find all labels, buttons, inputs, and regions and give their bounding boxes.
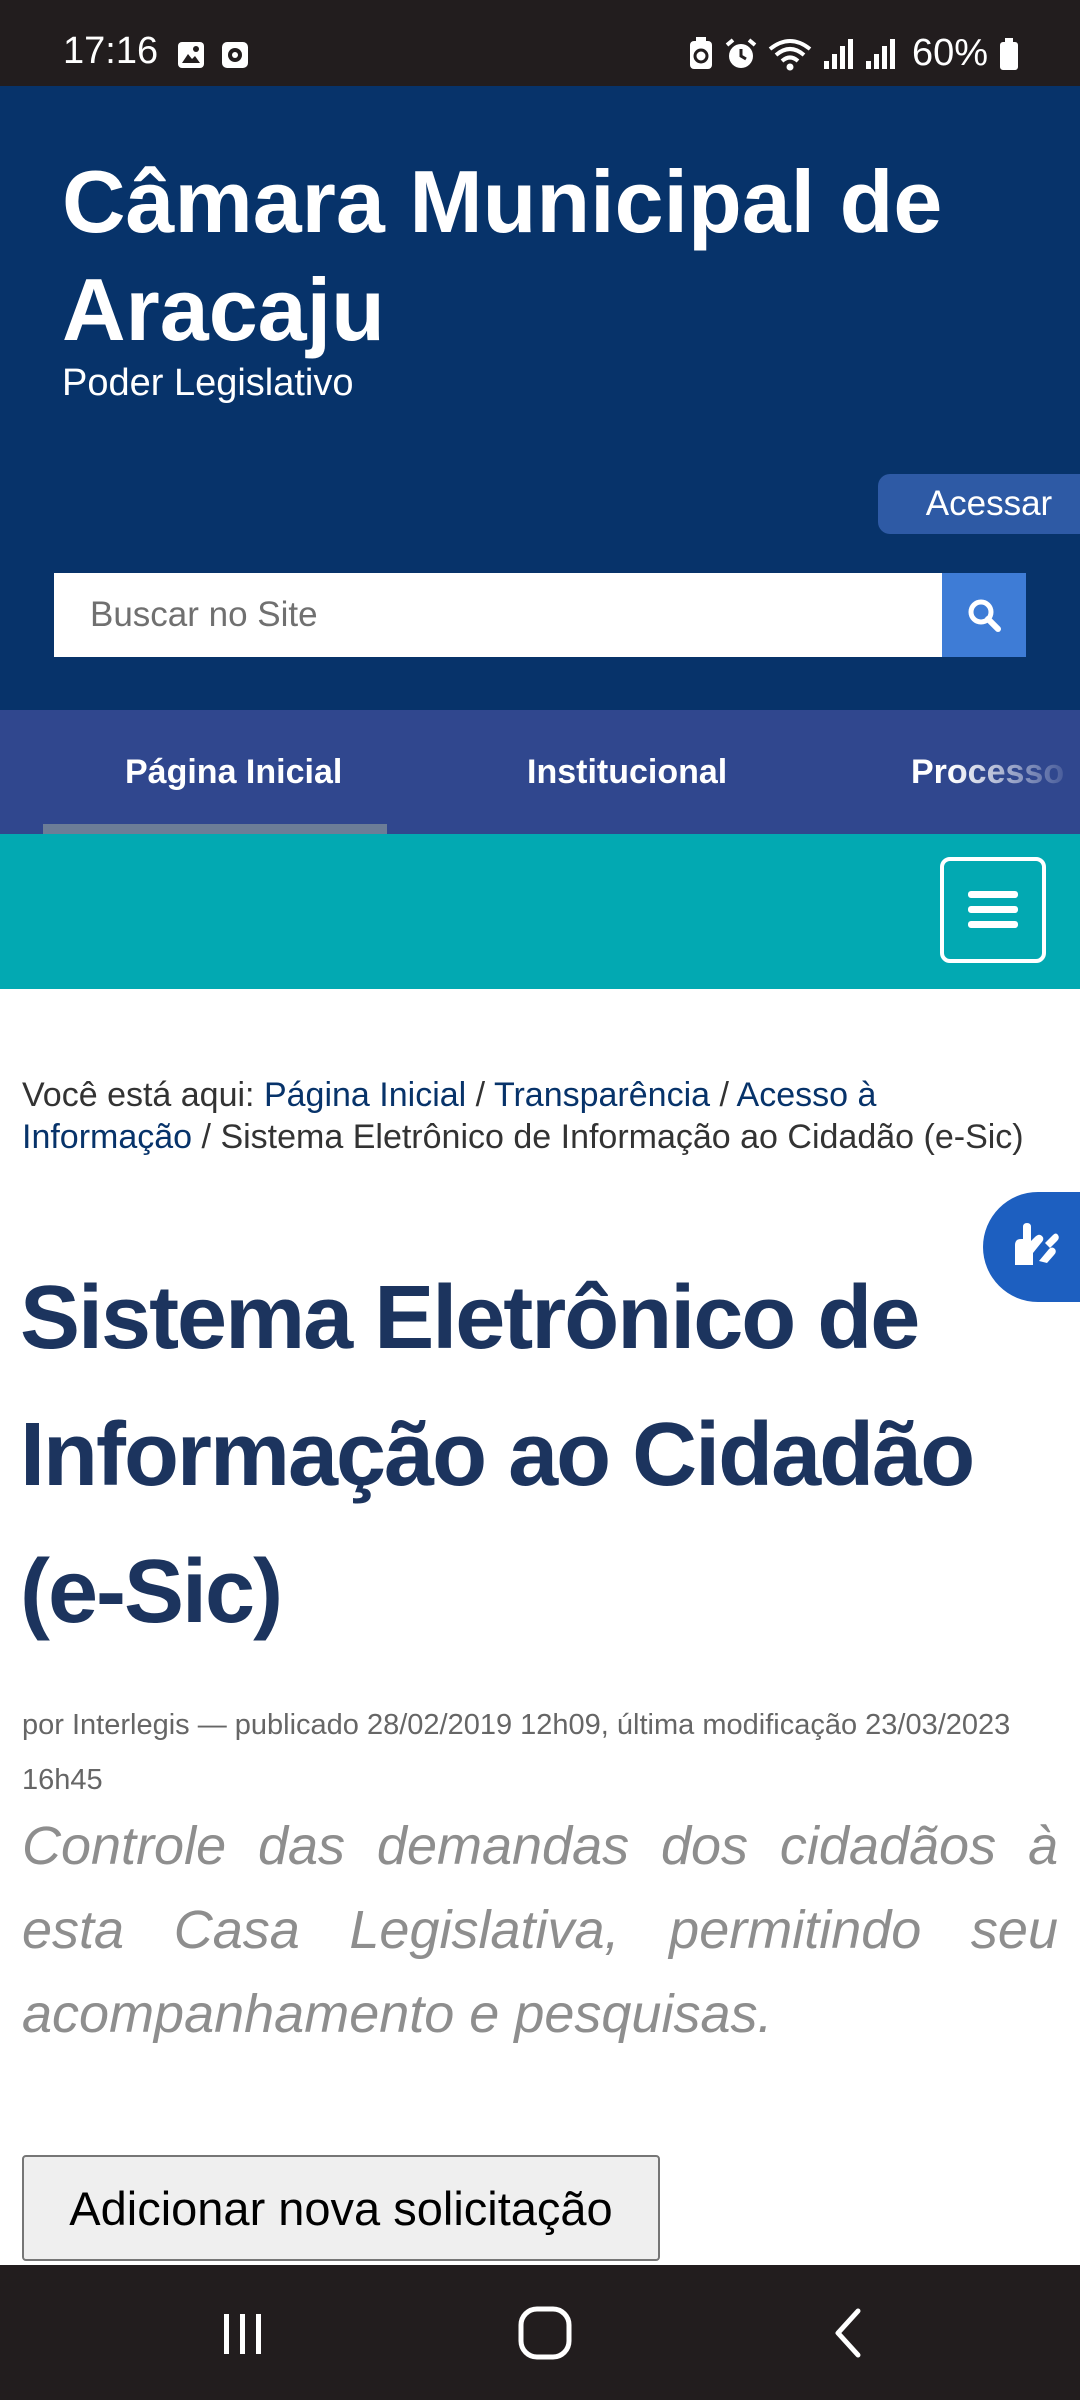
login-button[interactable]: Acessar (878, 474, 1080, 534)
nav-scroll-fade (950, 710, 1080, 834)
breadcrumb-prefix: Você está aqui: (22, 1076, 255, 1114)
recent-apps-icon (224, 2313, 261, 2354)
page-title: Sistema Eletrônico de Informação ao Cida… (20, 1268, 975, 1642)
signal-icon (865, 38, 895, 69)
breadcrumb-link-transparencia[interactable]: Transparência (494, 1076, 710, 1114)
breadcrumb-separator: / (475, 1076, 486, 1114)
site-header: Câmara Municipal de Aracaju Poder Legisl… (0, 86, 1080, 710)
search-input[interactable] (54, 573, 942, 657)
system-navigation-bar (0, 2265, 1080, 2400)
search-icon (968, 599, 1001, 632)
tab-institucional[interactable]: Institucional (527, 710, 727, 834)
signal-icon (823, 38, 853, 69)
recent-apps-button[interactable] (200, 2265, 286, 2400)
breadcrumb-link-home[interactable]: Página Inicial (264, 1076, 466, 1114)
search-box (54, 573, 1026, 657)
home-icon (518, 2306, 572, 2359)
add-request-button[interactable]: Adicionar nova solicitação (22, 2155, 660, 2261)
active-tab-indicator (43, 824, 387, 834)
breadcrumb: Você está aqui: Página Inicial / Transpa… (22, 1074, 1032, 1158)
document-byline: por Interlegis — publicado 28/02/2019 12… (22, 1709, 1011, 1796)
back-icon (835, 2308, 861, 2357)
site-title[interactable]: Câmara Municipal de Aracaju (62, 148, 1022, 364)
hamburger-menu-icon (968, 891, 1018, 928)
wifi-icon (768, 38, 812, 70)
alarm-icon (725, 37, 757, 68)
breadcrumb-separator: / (201, 1118, 211, 1156)
battery-icon (1000, 37, 1018, 70)
status-time: 17:16 (63, 30, 159, 72)
gallery-icon (178, 42, 204, 68)
search-button[interactable] (942, 573, 1026, 657)
battery-saver-icon (689, 36, 712, 69)
main-nav: Página Inicial Institucional Processo (0, 710, 1080, 834)
back-button[interactable] (808, 2265, 888, 2400)
tab-pagina-inicial[interactable]: Página Inicial (125, 710, 342, 834)
menu-toggle-button[interactable] (940, 857, 1046, 963)
home-button[interactable] (500, 2265, 590, 2400)
breadcrumb-current: Sistema Eletrônico de Informação ao Cida… (220, 1118, 1024, 1156)
status-bar: 17:16 60% (0, 0, 1080, 86)
screen-record-icon (222, 42, 248, 68)
battery-percentage: 60% (911, 32, 988, 74)
site-subtitle: Poder Legislativo (62, 362, 354, 404)
menu-bar (0, 834, 1080, 989)
document-description: Controle das demandas dos cidadãos à est… (22, 1816, 1058, 2044)
breadcrumb-separator: / (719, 1076, 729, 1114)
